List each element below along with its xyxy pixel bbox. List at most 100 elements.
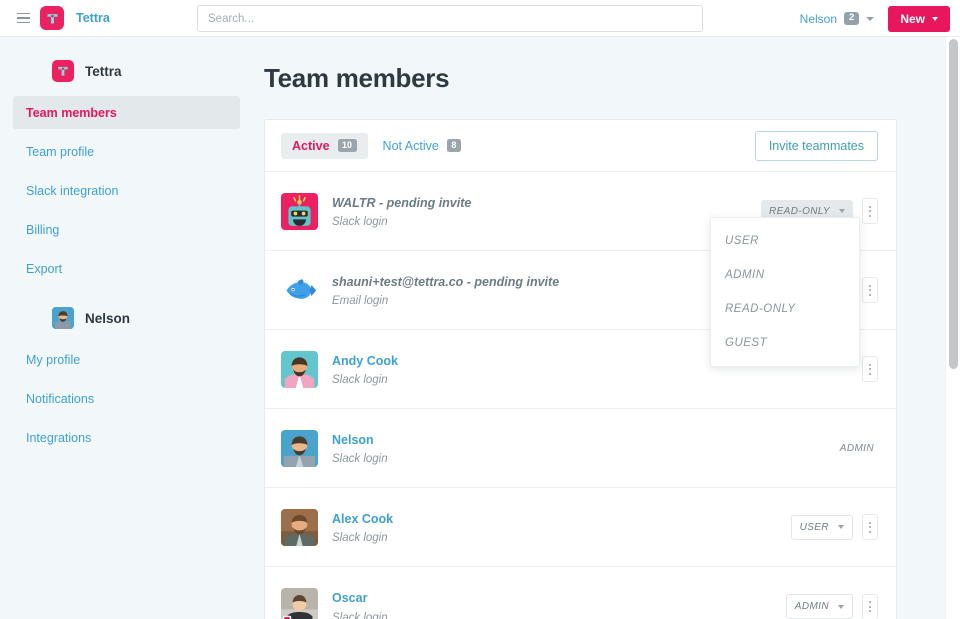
role-option-user[interactable]: USER: [711, 224, 859, 258]
chevron-down-icon: [866, 16, 875, 21]
member-login-type: Slack login: [332, 374, 388, 387]
member-actions: [862, 356, 878, 382]
sidebar-team-header[interactable]: Tettra: [52, 60, 253, 82]
tab-list: Active 10 Not Active 8: [281, 132, 472, 159]
sidebar-team-name: Tettra: [85, 63, 122, 79]
member-name[interactable]: Andy Cook: [332, 352, 398, 371]
tab-count: 8: [446, 139, 461, 152]
member-name[interactable]: Nelson: [332, 431, 388, 450]
more-options-icon[interactable]: [862, 356, 878, 382]
card-header: Active 10 Not Active 8 Invite teammates: [265, 120, 896, 172]
sidebar-item-team-profile[interactable]: Team profile: [13, 135, 240, 168]
sidebar-item-integrations[interactable]: Integrations: [13, 421, 240, 454]
table-row: Oscar Slack login ADMIN: [265, 567, 896, 619]
avatar-alex-photo: [281, 508, 318, 546]
chevron-down-icon: [838, 525, 844, 529]
user-menu[interactable]: Nelson 2: [800, 12, 875, 26]
role-option-guest[interactable]: GUEST: [711, 326, 859, 360]
tettra-glyph: [58, 66, 68, 76]
sidebar-item-label: Integrations: [26, 430, 92, 445]
sidebar-item-label: Slack integration: [26, 183, 119, 198]
brand-name[interactable]: Tettra: [76, 11, 110, 25]
sidebar-item-team-members[interactable]: Team members: [13, 96, 240, 129]
hamburger-icon[interactable]: [8, 12, 38, 24]
chevron-down-icon: [839, 209, 845, 213]
member-info: Oscar Slack login: [332, 589, 388, 619]
avatar-nelson-photo: [281, 429, 318, 467]
sidebar-team-nav: Team members Team profile Slack integrat…: [0, 96, 253, 285]
scrollbar-thumb[interactable]: [949, 39, 958, 369]
tab-label: Not Active: [382, 138, 439, 153]
sidebar-item-label: Team members: [26, 105, 117, 120]
more-options-icon[interactable]: [862, 514, 878, 540]
chevron-down-icon: [838, 604, 844, 609]
role-dropdown[interactable]: ADMIN: [785, 594, 853, 619]
member-actions: ADMIN: [840, 443, 878, 454]
sidebar: Tettra Team members Team profile Slack i…: [0, 37, 253, 619]
team-members-card: Active 10 Not Active 8 Invite teammates: [264, 119, 897, 619]
avatar: [281, 588, 318, 619]
search-input[interactable]: [197, 5, 703, 32]
member-name[interactable]: Alex Cook: [332, 510, 393, 529]
page-scrollbar[interactable]: [945, 37, 960, 619]
member-login-type: Email login: [332, 295, 389, 308]
avatar: [281, 350, 318, 388]
sidebar-item-label: Export: [26, 261, 63, 276]
tab-not-active[interactable]: Not Active 8: [372, 133, 472, 159]
sidebar-user-name: Nelson: [85, 310, 131, 326]
role-dropdown[interactable]: USER: [790, 514, 853, 540]
member-login-type: Slack login: [332, 453, 388, 466]
role-label: ADMIN: [794, 601, 829, 612]
more-options-icon[interactable]: [862, 277, 878, 303]
member-info: shauni+test@tettra.co - pending invite E…: [332, 273, 559, 308]
sidebar-item-label: Billing: [26, 222, 60, 237]
sidebar-item-label: Team profile: [26, 144, 95, 159]
sidebar-item-my-profile[interactable]: My profile: [13, 343, 240, 376]
role-option-admin[interactable]: ADMIN: [711, 258, 859, 292]
role-dropdown-menu: USER ADMIN READ-ONLY GUEST: [710, 217, 860, 367]
avatar-nelson-photo: [52, 307, 74, 329]
member-info: Alex Cook Slack login: [332, 510, 393, 545]
tab-active[interactable]: Active 10: [281, 132, 368, 159]
role-label: ADMIN: [839, 442, 874, 454]
member-login-type: Slack login: [332, 611, 388, 619]
tettra-logo-icon: [52, 60, 74, 82]
user-menu-name: Nelson: [799, 11, 838, 26]
avatar-andy-photo: [281, 350, 318, 388]
member-name[interactable]: Oscar: [332, 589, 388, 608]
table-row: Nelson Slack login ADMIN: [265, 409, 896, 488]
avatar: [281, 271, 318, 309]
sidebar-item-billing[interactable]: Billing: [13, 213, 240, 246]
member-actions: ADMIN: [785, 593, 878, 619]
avatar: [281, 429, 318, 467]
tab-label: Active: [292, 138, 330, 153]
avatar: [52, 307, 74, 329]
avatar-oscar-photo: [281, 588, 318, 619]
user-notification-count: 2: [844, 11, 860, 26]
member-info: Andy Cook Slack login: [332, 352, 398, 387]
member-actions: [862, 277, 878, 303]
tab-count: 10: [337, 139, 357, 152]
tettra-glyph: [47, 13, 57, 23]
new-button[interactable]: New: [888, 5, 950, 32]
more-options-icon[interactable]: [862, 593, 878, 619]
invite-teammates-button[interactable]: Invite teammates: [754, 130, 878, 161]
member-actions: USER: [790, 514, 878, 540]
avatar: [281, 192, 318, 230]
sidebar-item-label: Notifications: [26, 391, 95, 406]
role-label: USER: [799, 521, 829, 533]
member-name: shauni+test@tettra.co - pending invite: [332, 274, 560, 289]
sidebar-item-export[interactable]: Export: [13, 252, 240, 285]
sidebar-user-header[interactable]: Nelson: [52, 307, 253, 329]
sidebar-item-notifications[interactable]: Notifications: [13, 382, 240, 415]
tettra-logo-icon[interactable]: [40, 6, 64, 30]
page-title: Team members: [264, 63, 450, 93]
member-login-type: Slack login: [332, 216, 388, 229]
avatar: [281, 508, 318, 546]
more-options-icon[interactable]: [862, 198, 878, 224]
role-option-read-only[interactable]: READ-ONLY: [711, 292, 859, 326]
member-info: Nelson Slack login: [332, 431, 388, 466]
new-button-label: New: [900, 11, 925, 26]
sidebar-item-slack-integration[interactable]: Slack integration: [13, 174, 240, 207]
chevron-down-icon: [932, 16, 938, 21]
